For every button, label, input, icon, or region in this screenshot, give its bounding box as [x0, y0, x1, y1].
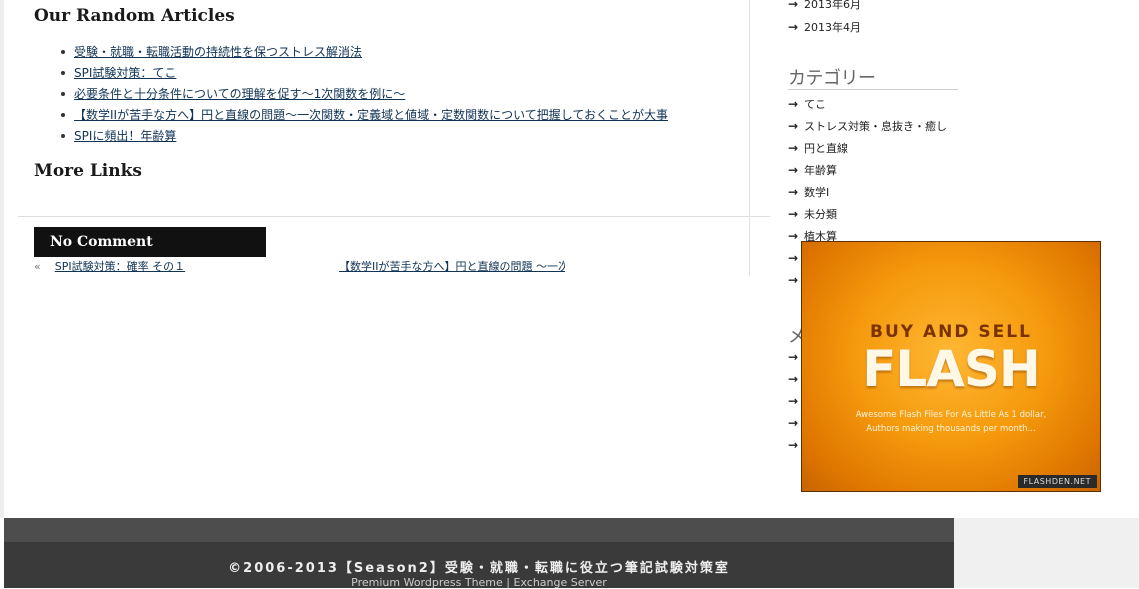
arrow-right-icon: →	[788, 185, 799, 199]
footer-copyright: ©2006-2013【Season2】受験・就職・転職に役立つ筆記試験対策室	[228, 561, 730, 576]
article-link[interactable]: SPI試験対策：てこ	[74, 66, 176, 80]
footer-separator: |	[506, 576, 511, 589]
random-articles-list: 受験・就職・転職活動の持続性を保つストレス解消法 SPI試験対策：てこ 必要条件…	[34, 42, 668, 147]
arrow-right-icon: →	[788, 163, 799, 177]
article-link[interactable]: 必要条件と十分条件についての理解を促す～1次関数を例に～	[74, 87, 405, 101]
category-item[interactable]: → ストレス対策・息抜き・癒し	[788, 118, 947, 134]
category-label: 未分類	[804, 208, 837, 221]
theme-link[interactable]: Premium Wordpress Theme	[351, 576, 503, 589]
archive-item[interactable]: → 2013年4月	[788, 19, 861, 35]
category-label: 年齢算	[804, 164, 837, 177]
ad-headline-top: BUY AND SELL	[870, 322, 1032, 342]
no-comment-label: No Comment	[34, 227, 266, 257]
arrow-right-icon: →	[788, 207, 799, 221]
footer-right-blank	[954, 518, 1139, 588]
more-links-heading: More Links	[34, 161, 142, 181]
server-link[interactable]: Exchange Server	[514, 576, 607, 589]
arrow-right-icon: →	[788, 119, 799, 133]
ad-tagline-line1: Awesome Flash Files For As Little As 1 d…	[855, 410, 1047, 420]
next-post-link-overflow: 一次関数・定義域と値域・定数関数について把握しておく	[339, 275, 565, 276]
prev-arrow-icon: «	[34, 260, 41, 273]
archive-item[interactable]: → 2013年6月	[788, 0, 861, 12]
archive-label: 2013年6月	[804, 0, 861, 11]
category-label: 円と直線	[804, 142, 848, 155]
list-item: 受験・就職・転職活動の持続性を保つストレス解消法	[34, 42, 668, 63]
article-link[interactable]: SPIに頻出！年齢算	[74, 129, 176, 143]
list-item: SPIに頻出！年齢算	[34, 126, 668, 147]
flashden-ad-banner[interactable]: BUY AND SELL FLASH Awesome Flash Files F…	[801, 241, 1101, 492]
arrow-right-icon: →	[788, 20, 799, 34]
category-item[interactable]: → 円と直線	[788, 140, 848, 156]
article-link[interactable]: 【数学IIが苦手な方へ】円と直線の問題～一次関数・定義域と値域・定数関数について…	[74, 108, 668, 122]
footer-links: Premium Wordpress Theme | Exchange Serve…	[4, 576, 954, 589]
footer-top-band	[4, 518, 954, 542]
list-item: 必要条件と十分条件についての理解を促す～1次関数を例に～	[34, 84, 668, 105]
categories-underline	[788, 89, 958, 90]
categories-heading: カテゴリー	[788, 68, 876, 89]
divider	[18, 216, 770, 217]
category-item[interactable]: → 数学I	[788, 184, 829, 200]
ad-tagline: Awesome Flash Files For As Little As 1 d…	[802, 408, 1100, 436]
category-label: ストレス対策・息抜き・癒し	[804, 120, 947, 133]
main-content: Our Random Articles 受験・就職・転職活動の持続性を保つストレ…	[0, 0, 770, 280]
ad-badge: FLASHDEN.NET	[1017, 475, 1097, 488]
content-divider	[749, 0, 750, 276]
next-post-nav: 【数学IIが苦手な方へ】円と直線の問題 ～一次関 一次関数・定義域と値域・定数関…	[339, 258, 565, 276]
list-item: 【数学IIが苦手な方へ】円と直線の問題～一次関数・定義域と値域・定数関数について…	[34, 105, 668, 126]
category-label: 数学I	[804, 186, 830, 199]
article-link[interactable]: 受験・就職・転職活動の持続性を保つストレス解消法	[74, 45, 362, 59]
arrow-right-icon: →	[788, 141, 799, 155]
ad-tagline-line2: Authors making thousands per month...	[866, 424, 1036, 434]
list-item: SPI試験対策：てこ	[34, 63, 668, 84]
arrow-right-icon: →	[788, 0, 799, 11]
category-item[interactable]: → 年齢算	[788, 162, 837, 178]
category-label: てこ	[804, 98, 826, 111]
previous-post-link[interactable]: SPI試験対策：確率 その１	[55, 260, 185, 273]
archive-label: 2013年4月	[804, 21, 861, 34]
random-articles-heading: Our Random Articles	[34, 6, 235, 26]
ad-headline-main: FLASH	[862, 340, 1041, 398]
next-post-link[interactable]: 【数学IIが苦手な方へ】円と直線の問題 ～一次関	[339, 260, 565, 273]
previous-post-nav: « SPI試験対策：確率 その１	[34, 258, 185, 274]
arrow-right-icon: →	[788, 97, 799, 111]
category-item[interactable]: → 未分類	[788, 206, 837, 222]
category-item[interactable]: → てこ	[788, 96, 826, 112]
